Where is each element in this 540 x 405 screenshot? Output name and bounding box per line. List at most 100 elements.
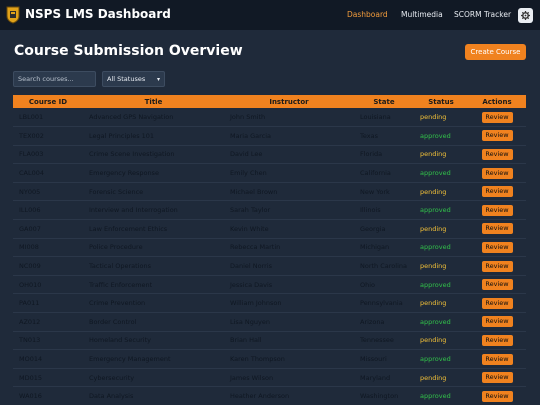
review-button[interactable]: Review bbox=[481, 297, 513, 309]
settings-button[interactable] bbox=[518, 8, 533, 23]
course-id-cell: WA016 bbox=[19, 392, 42, 401]
instructor-cell: Daniel Norris bbox=[230, 262, 273, 271]
course-id-cell: TN013 bbox=[19, 336, 41, 345]
review-button[interactable]: Review bbox=[481, 334, 513, 346]
status-filter-value: All Statuses bbox=[107, 75, 146, 83]
title-cell: Cybersecurity bbox=[89, 373, 135, 382]
title-cell: Data Analysis bbox=[89, 392, 134, 401]
title-cell: Interview and Interrogation bbox=[89, 206, 178, 215]
app-title[interactable]: NSPS LMS Dashboard bbox=[25, 7, 171, 21]
title-cell: Emergency Response bbox=[89, 169, 159, 178]
review-button[interactable]: Review bbox=[481, 316, 513, 328]
actions-cell: Review bbox=[468, 108, 526, 127]
title-cell: Forensic Science bbox=[89, 187, 144, 196]
instructor-cell: Maria Garcia bbox=[230, 131, 272, 140]
review-button[interactable]: Review bbox=[481, 241, 513, 253]
review-button[interactable]: Review bbox=[481, 390, 513, 402]
status-cell: approved bbox=[420, 169, 451, 178]
actions-cell: Review bbox=[468, 331, 526, 350]
state-cell: North Carolina bbox=[360, 262, 407, 271]
state-cell: Michigan bbox=[360, 243, 390, 252]
review-button[interactable]: Review bbox=[481, 260, 513, 272]
title-cell: Emergency Management bbox=[89, 355, 171, 364]
review-button[interactable]: Review bbox=[481, 223, 513, 235]
actions-cell: Review bbox=[468, 127, 526, 146]
title-cell: Police Procedure bbox=[89, 243, 143, 252]
course-id-cell: MD015 bbox=[19, 373, 43, 382]
column-header-state[interactable]: State bbox=[354, 95, 414, 108]
table-row: NY005 Forensic Science Michael Brown New Yo… bbox=[13, 182, 526, 201]
actions-cell: Review bbox=[468, 257, 526, 276]
create-course-button[interactable]: Create Course bbox=[465, 44, 526, 60]
actions-cell: Review bbox=[468, 164, 526, 183]
status-cell: approved bbox=[420, 243, 451, 252]
table-header-row: Course ID Title Instructor State Status … bbox=[13, 95, 526, 108]
table-row: MO014 Emergency Management Karen Thompson M… bbox=[13, 350, 526, 369]
course-id-cell: NY005 bbox=[19, 187, 41, 196]
state-cell: Washington bbox=[360, 392, 399, 401]
gear-icon bbox=[521, 11, 530, 20]
title-cell: Crime Prevention bbox=[89, 299, 146, 308]
search-input[interactable] bbox=[13, 71, 96, 87]
column-header-title[interactable]: Title bbox=[83, 95, 224, 108]
state-cell: New York bbox=[360, 187, 390, 196]
status-cell: pending bbox=[420, 224, 447, 233]
status-cell: approved bbox=[420, 206, 451, 215]
state-cell: Tennessee bbox=[360, 336, 394, 345]
status-cell: pending bbox=[420, 262, 447, 271]
table-row: NC009 Tactical Operations Daniel Norris Nor… bbox=[13, 257, 526, 276]
instructor-cell: Brian Hall bbox=[230, 336, 262, 345]
review-button[interactable]: Review bbox=[481, 130, 513, 142]
actions-cell: Review bbox=[468, 294, 526, 313]
course-id-cell: FLA003 bbox=[19, 150, 44, 159]
table-body: LBL001 Advanced GPS Navigation John Smith L… bbox=[13, 108, 526, 405]
instructor-cell: David Lee bbox=[230, 150, 263, 159]
course-id-cell: MI008 bbox=[19, 243, 39, 252]
review-button[interactable]: Review bbox=[481, 167, 513, 179]
state-cell: Louisiana bbox=[360, 113, 391, 122]
table-row: TEX002 Legal Principles 101 Maria Garcia Te… bbox=[13, 127, 526, 146]
review-button[interactable]: Review bbox=[481, 111, 513, 123]
status-cell: approved bbox=[420, 392, 451, 401]
review-button[interactable]: Review bbox=[481, 186, 513, 198]
title-cell: Advanced GPS Navigation bbox=[89, 113, 174, 122]
table-row: TN013 Homeland Security Brian Hall Tennesse… bbox=[13, 331, 526, 350]
course-id-cell: AZ012 bbox=[19, 317, 41, 326]
review-button[interactable]: Review bbox=[481, 204, 513, 216]
status-filter-select[interactable]: All Statuses ▾ bbox=[102, 71, 165, 87]
actions-cell: Review bbox=[468, 220, 526, 239]
actions-cell: Review bbox=[468, 313, 526, 332]
nav-scorm-tracker[interactable]: SCORM Tracker bbox=[454, 10, 511, 19]
table-row: AZ012 Border Control Lisa Nguyen Arizona app… bbox=[13, 313, 526, 332]
status-cell: approved bbox=[420, 355, 451, 364]
review-button[interactable]: Review bbox=[481, 148, 513, 160]
column-header-instructor[interactable]: Instructor bbox=[224, 95, 354, 108]
state-cell: Maryland bbox=[360, 373, 391, 382]
title-cell: Traffic Enforcement bbox=[89, 280, 153, 289]
page-title: Course Submission Overview bbox=[14, 43, 243, 59]
review-button[interactable]: Review bbox=[481, 372, 513, 384]
table-row: OH010 Traffic Enforcement Jessica Davis Ohi… bbox=[13, 275, 526, 294]
title-cell: Legal Principles 101 bbox=[89, 131, 155, 140]
title-cell: Tactical Operations bbox=[89, 262, 151, 271]
table-row: CAL004 Emergency Response Emily Chen Califo… bbox=[13, 164, 526, 183]
status-cell: pending bbox=[420, 150, 447, 159]
column-header-status[interactable]: Status bbox=[414, 95, 468, 108]
instructor-cell: Michael Brown bbox=[230, 187, 278, 196]
state-cell: Missouri bbox=[360, 355, 387, 364]
nav-multimedia[interactable]: Multimedia bbox=[401, 10, 443, 19]
state-cell: Arizona bbox=[360, 317, 385, 326]
instructor-cell: Heather Anderson bbox=[230, 392, 290, 401]
review-button[interactable]: Review bbox=[481, 353, 513, 365]
nav-dashboard[interactable]: Dashboard bbox=[347, 10, 388, 19]
instructor-cell: Sarah Taylor bbox=[230, 206, 271, 215]
status-cell: approved bbox=[420, 280, 451, 289]
state-cell: Illinois bbox=[360, 206, 381, 215]
instructor-cell: Kevin White bbox=[230, 224, 269, 233]
column-header-actions: Actions bbox=[482, 97, 512, 106]
column-header-course-id[interactable]: Course ID bbox=[13, 95, 83, 108]
instructor-cell: Lisa Nguyen bbox=[230, 317, 270, 326]
state-cell: Ohio bbox=[360, 280, 376, 289]
review-button[interactable]: Review bbox=[481, 279, 513, 291]
top-navbar: NSPS LMS Dashboard Dashboard Multimedia … bbox=[0, 0, 540, 30]
